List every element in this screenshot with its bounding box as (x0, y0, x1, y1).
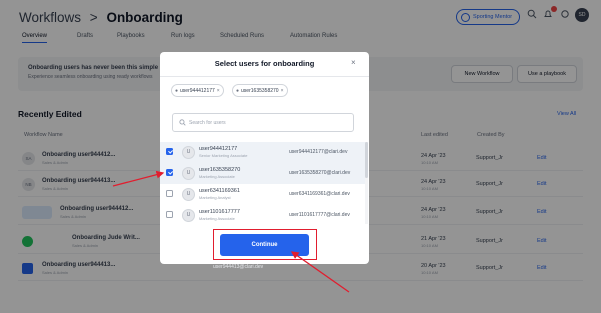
user-name: user1101617777 (199, 209, 240, 215)
user-checkbox[interactable] (166, 169, 173, 176)
chip-user-icon: ● (175, 87, 179, 94)
selected-user-chip: ● user1635358270 × (232, 84, 288, 97)
user-checkbox[interactable] (166, 190, 173, 197)
selected-user-chip: ● user944412177 × (171, 84, 224, 97)
chip-label: user1635358270 (241, 87, 279, 94)
chip-label: user944412177 (180, 87, 215, 94)
user-email: user1635358270@clari.dev (289, 170, 351, 176)
user-checkbox[interactable] (166, 148, 173, 155)
user-avatar-icon: U (182, 146, 195, 159)
user-list-scrollbar[interactable] (365, 142, 368, 224)
user-role: Marketing Associate (199, 216, 235, 221)
user-name: user1635358270 (199, 167, 241, 173)
user-name: user6341169361 (199, 188, 240, 194)
scrollbar-thumb[interactable] (365, 142, 368, 178)
user-name: user944412177 (199, 146, 238, 152)
continue-highlight-box (213, 229, 317, 260)
user-email: user1101617777@clari.dev (289, 212, 350, 218)
modal-divider (160, 76, 369, 77)
user-role: Senior Marketing Associate (199, 153, 248, 158)
user-option[interactable]: U user6341169361 Marketing Analyst user6… (160, 184, 365, 205)
user-email: user944412177@clari.dev (289, 149, 348, 155)
user-email: user6341169361@clari.dev (289, 191, 350, 197)
close-icon[interactable]: × (351, 58, 356, 67)
user-option[interactable]: U user1101617777 Marketing Associate use… (160, 205, 365, 226)
user-role: Marketing Analyst (199, 195, 231, 200)
user-checkbox[interactable] (166, 211, 173, 218)
user-option[interactable]: U user1635358270 Marketing Associate use… (160, 163, 365, 184)
user-option[interactable]: U user944412177 Senior Marketing Associa… (160, 142, 365, 163)
background-peek-text: user944413@clari.dev (213, 264, 264, 270)
modal-title: Select users for onboarding (214, 59, 315, 68)
chip-remove-icon[interactable]: × (281, 88, 284, 94)
user-avatar-icon: U (182, 209, 195, 222)
user-avatar-icon: U (182, 188, 195, 201)
chip-user-icon: ● (236, 87, 240, 94)
search-icon (179, 119, 186, 126)
user-avatar-icon: U (182, 167, 195, 180)
user-role: Marketing Associate (199, 174, 235, 179)
search-users-input[interactable]: Search for users (172, 113, 354, 132)
chip-remove-icon[interactable]: × (217, 88, 220, 94)
search-placeholder: Search for users (189, 119, 226, 126)
